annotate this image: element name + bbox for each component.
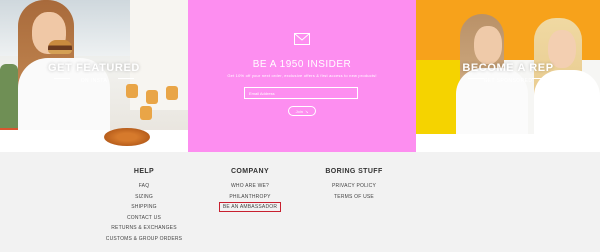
email-field[interactable] <box>244 87 358 99</box>
footer-link-who-are-we[interactable]: WHO ARE WE? <box>210 181 290 192</box>
get-featured-subtitle: ON INSTA <box>80 78 108 84</box>
footer-heading-help: HELP <box>133 168 155 175</box>
footer-links-help: FAQ SIZING SHIPPING CONTACT US RETURNS &… <box>104 181 184 244</box>
join-button-label: Join <box>295 108 303 114</box>
get-featured-overlay: GET FEATURED ON INSTA <box>0 0 188 152</box>
footer-links-company: WHO ARE WE? PHILANTHROPY BE AN AMBASSADO… <box>210 181 290 213</box>
hero-banner: GET FEATURED ON INSTA BE A 1950 INSIDER … <box>0 0 600 152</box>
footer-column-help: HELP FAQ SIZING SHIPPING CONTACT US RETU… <box>104 168 184 244</box>
get-featured-title[interactable]: GET FEATURED <box>0 62 188 74</box>
footer-link-returns-exchanges[interactable]: RETURNS & EXCHANGES <box>104 223 184 234</box>
divider-line <box>118 78 134 79</box>
become-a-rep-panel[interactable]: BECOME A REP GET SPONSORED <box>416 0 600 152</box>
divider-line <box>532 78 548 79</box>
become-a-rep-overlay: BECOME A REP GET SPONSORED <box>416 0 600 152</box>
footer-link-faq[interactable]: FAQ <box>104 181 184 192</box>
footer-link-be-an-ambassador[interactable]: BE AN AMBASSADOR <box>218 202 282 212</box>
footer-link-sizing[interactable]: SIZING <box>104 192 184 203</box>
footer-heading-boring-stuff: BORING STUFF <box>325 168 383 175</box>
become-a-rep-title[interactable]: BECOME A REP <box>416 62 600 74</box>
insider-signup-panel: BE A 1950 INSIDER Get 10% off your next … <box>188 0 416 152</box>
join-button[interactable]: Join ↘ <box>288 106 316 116</box>
footer-link-be-an-ambassador-item: BE AN AMBASSADOR <box>210 202 290 213</box>
mail-icon <box>294 33 310 45</box>
footer-heading-company: COMPANY <box>230 168 270 175</box>
footer-links-boring-stuff: PRIVACY POLICY TERMS OF USE <box>314 181 394 202</box>
footer-link-customs-group-orders[interactable]: CUSTOMS & GROUP ORDERS <box>104 234 184 245</box>
footer-link-terms-of-use[interactable]: TERMS OF USE <box>314 192 394 203</box>
become-a-rep-subtitle: GET SPONSORED <box>483 78 533 84</box>
footer-link-philanthropy[interactable]: PHILANTHROPY <box>210 192 290 203</box>
insider-title: BE A 1950 INSIDER <box>252 59 352 70</box>
footer-link-contact-us[interactable]: CONTACT US <box>104 213 184 224</box>
footer-link-shipping[interactable]: SHIPPING <box>104 202 184 213</box>
insider-description: Get 10% off your next order, exclusive o… <box>227 73 377 78</box>
get-featured-panel[interactable]: GET FEATURED ON INSTA <box>0 0 188 152</box>
footer-column-company: COMPANY WHO ARE WE? PHILANTHROPY BE AN A… <box>210 168 290 213</box>
site-footer: HELP FAQ SIZING SHIPPING CONTACT US RETU… <box>0 152 600 252</box>
footer-column-boring-stuff: BORING STUFF PRIVACY POLICY TERMS OF USE <box>314 168 394 202</box>
footer-link-privacy-policy[interactable]: PRIVACY POLICY <box>314 181 394 192</box>
arrow-icon: ↘ <box>304 108 309 114</box>
